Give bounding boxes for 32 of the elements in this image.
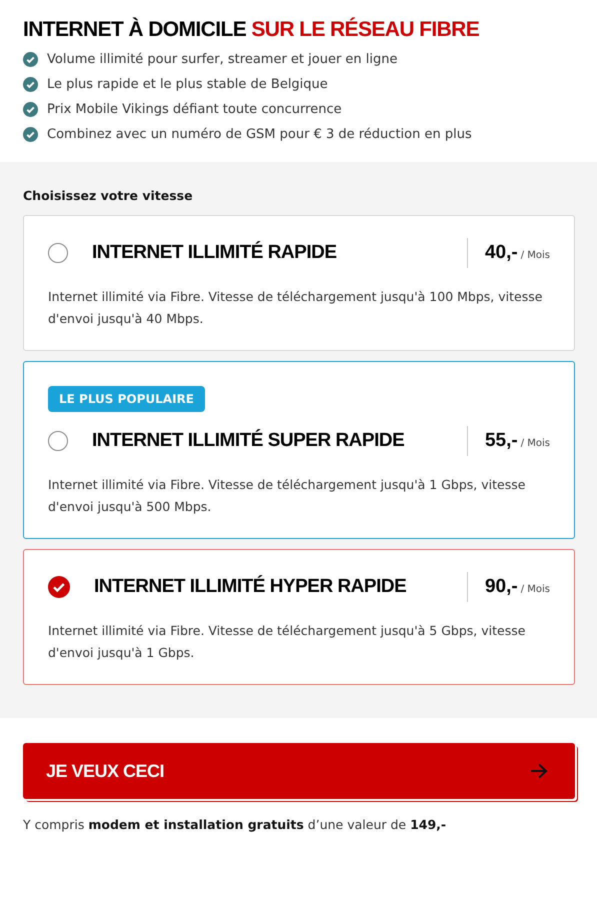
plan-price: 55,- [484,430,518,452]
feature-text: Le plus rapide et le plus stable de Belgique [47,77,328,92]
plan-price: 90,- [484,576,518,598]
price-unit: / Mois [520,250,550,261]
arrow-icon [530,763,548,779]
radio-button[interactable] [48,576,70,598]
price-unit: / Mois [520,438,550,449]
plan-card[interactable]: INTERNET ILLIMITÉ HYPER RAPIDE 90,-/ Mois Internet illimité via Fibre. Vitesse de téléchargement jusqu'à 5 Gbps, vitesse d'envoi jusqu'à 1 Gbps. [23,549,575,685]
feature-text: Volume illimité pour surfer, streamer et jouer en ligne [47,52,398,67]
plan-title: INTERNET ILLIMITÉ HYPER RAPIDE [94,576,408,598]
feature-text: Combinez avec un numéro de GSM pour € 3 de réduction en plus [47,127,472,142]
plan-title: INTERNET ILLIMITÉ RAPIDE [92,242,338,264]
check-icon [23,77,38,92]
section-label: Choisissez votre vitesse [23,188,194,203]
plan-card[interactable]: LE PLUS POPULAIRE INTERNET ILLIMITÉ SUPER RAPIDE 55,-/ Mois Internet illimité via Fibre. Vitesse de téléchargement jusqu'à 1 Gbps, vitesse d'envoi jusqu'à 500 Mbps. [23,361,575,539]
price-unit: / Mois [520,584,550,595]
plan-card[interactable]: INTERNET ILLIMITÉ RAPIDE 40,-/ Mois Internet illimité via Fibre. Vitesse de téléchargement jusqu'à 100 Mbps, vitesse d'envoi jusqu'à 40 Mbps. [23,215,575,351]
included-note: Y compris modem et installation gratuits d’une valeur de 149,- [23,817,448,832]
popular-badge: LE PLUS POPULAIRE [48,386,205,412]
feature-text: Prix Mobile Vikings défiant toute concurrence [47,102,342,117]
page-heading: INTERNET À DOMICILE SUR LE RÉSEAU FIBRE [23,18,480,42]
plan-description: Internet illimité via Fibre. Vitesse de téléchargement jusqu'à 5 Gbps, vitesse d'envoi jusqu'à 1 Gbps. [48,622,526,662]
plan-description: Internet illimité via Fibre. Vitesse de téléchargement jusqu'à 1 Gbps, vitesse d'envoi jusqu'à 500 Mbps. [48,476,526,516]
radio-button[interactable] [48,243,68,263]
plan-price: 40,- [484,242,518,264]
check-icon [23,52,38,67]
submit-button[interactable]: JE VEUX CECI [23,743,575,799]
radio-button[interactable] [48,431,68,451]
check-icon [23,127,38,142]
plan-title: INTERNET ILLIMITÉ SUPER RAPIDE [92,430,406,452]
plan-description: Internet illimité via Fibre. Vitesse de téléchargement jusqu'à 100 Mbps, vitesse d'envoi jusqu'à 40 Mbps. [48,288,544,328]
check-icon [23,102,38,117]
